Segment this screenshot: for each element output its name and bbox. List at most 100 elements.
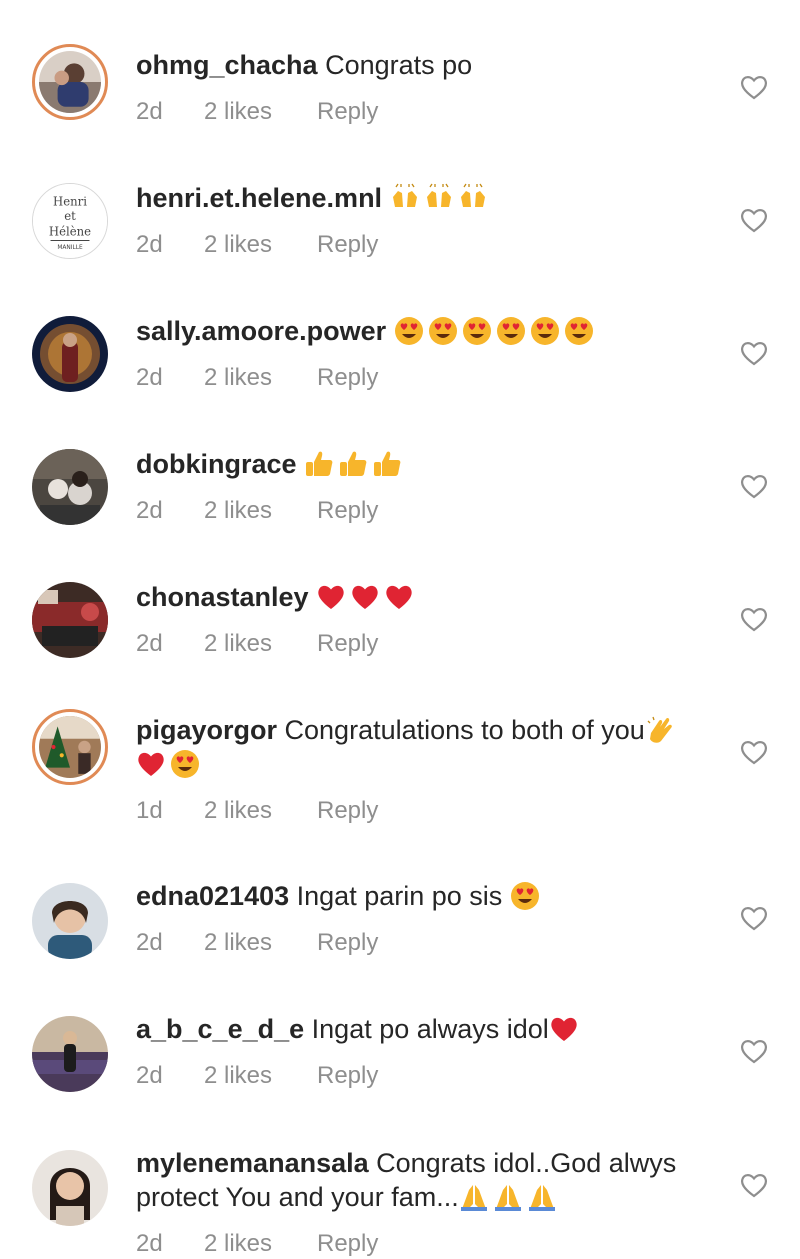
folded-hands-emoji — [527, 1182, 557, 1212]
comment-text: sally.amoore.power — [136, 314, 710, 348]
red-heart-emoji — [549, 1014, 579, 1044]
raising-hands-emoji — [458, 183, 488, 213]
timestamp: 2d — [136, 497, 163, 524]
red-heart-emoji — [350, 582, 380, 612]
reply-button[interactable]: Reply — [317, 231, 378, 259]
heart-eyes-emoji — [462, 316, 492, 346]
reply-button[interactable]: Reply — [317, 1230, 378, 1258]
heart-eyes-emoji — [530, 316, 560, 346]
timestamp: 2d — [136, 1062, 163, 1089]
timestamp: 1d — [136, 797, 163, 824]
avatar[interactable] — [32, 1016, 108, 1092]
likes-count[interactable]: 2 likes — [204, 231, 317, 259]
avatar[interactable] — [32, 316, 108, 392]
timestamp: 2d — [136, 98, 163, 125]
timestamp: 2d — [136, 630, 163, 657]
reply-button[interactable]: Reply — [317, 797, 378, 825]
avatar-logo-text: Henri — [53, 194, 87, 208]
comment-text: a_b_c_e_d_e Ingat po always idol — [136, 1012, 710, 1046]
likes-count[interactable]: 2 likes — [204, 929, 317, 957]
avatar[interactable]: Henri et Hélène MANILLE — [32, 183, 108, 259]
avatar-logo-text: MANILLE — [57, 245, 83, 251]
reply-button[interactable]: Reply — [317, 497, 378, 525]
reply-button[interactable]: Reply — [317, 1062, 378, 1090]
raising-hands-emoji — [390, 183, 420, 213]
comment-body: Congratulations to both of you — [284, 715, 645, 745]
reply-button[interactable]: Reply — [317, 98, 378, 126]
username[interactable]: pigayorgor — [136, 715, 277, 745]
comment-meta: 1d 2 likes Reply — [136, 797, 378, 825]
likes-count[interactable]: 2 likes — [204, 630, 317, 658]
comment-meta: 2d 2 likes Reply — [136, 497, 378, 525]
username[interactable]: sally.amoore.power — [136, 316, 386, 346]
like-heart-icon[interactable] — [740, 207, 768, 233]
likes-count[interactable]: 2 likes — [204, 364, 317, 392]
avatar[interactable] — [32, 449, 108, 525]
comment-body: Ingat po always idol — [311, 1014, 549, 1044]
comment-text: chonastanley — [136, 580, 710, 614]
heart-eyes-emoji — [428, 316, 458, 346]
avatar[interactable] — [32, 582, 108, 658]
heart-eyes-emoji — [496, 316, 526, 346]
avatar[interactable] — [32, 709, 108, 785]
comment-text: ohmg_chacha Congrats po — [136, 48, 710, 82]
like-heart-icon[interactable] — [740, 1172, 768, 1198]
timestamp: 2d — [136, 929, 163, 956]
red-heart-emoji — [316, 582, 346, 612]
likes-count[interactable]: 2 likes — [204, 497, 317, 525]
comment-body: Congrats po — [325, 50, 473, 80]
comment-meta: 2d 2 likes Reply — [136, 1062, 378, 1090]
folded-hands-emoji — [459, 1182, 489, 1212]
comment-body: Ingat parin po sis — [296, 881, 503, 911]
comment-meta: 2d 2 likes Reply — [136, 98, 378, 126]
username[interactable]: dobkingrace — [136, 449, 297, 479]
thumbs-up-emoji — [304, 449, 334, 479]
like-heart-icon[interactable] — [740, 1038, 768, 1064]
likes-count[interactable]: 2 likes — [204, 1230, 317, 1258]
like-heart-icon[interactable] — [740, 340, 768, 366]
comment-text: henri.et.helene.mnl — [136, 181, 710, 215]
comment-meta: 2d 2 likes Reply — [136, 364, 378, 392]
comment-meta: 2d 2 likes Reply — [136, 1230, 378, 1258]
avatar[interactable] — [32, 44, 108, 120]
comment-meta: 2d 2 likes Reply — [136, 630, 378, 658]
comment-meta: 2d 2 likes Reply — [136, 231, 378, 259]
like-heart-icon[interactable] — [740, 905, 768, 931]
likes-count[interactable]: 2 likes — [204, 1062, 317, 1090]
clapping-hands-emoji — [645, 715, 675, 745]
avatar[interactable] — [32, 883, 108, 959]
timestamp: 2d — [136, 364, 163, 391]
username[interactable]: mylenemanansala — [136, 1148, 369, 1178]
likes-count[interactable]: 2 likes — [204, 797, 317, 825]
reply-button[interactable]: Reply — [317, 630, 378, 658]
comment-text: mylenemanansala Congrats idol..God alwys… — [136, 1146, 710, 1214]
thumbs-up-emoji — [338, 449, 368, 479]
heart-eyes-emoji — [564, 316, 594, 346]
username[interactable]: chonastanley — [136, 582, 309, 612]
timestamp: 2d — [136, 1230, 163, 1257]
like-heart-icon[interactable] — [740, 473, 768, 499]
thumbs-up-emoji — [372, 449, 402, 479]
heart-eyes-emoji — [394, 316, 424, 346]
username[interactable]: ohmg_chacha — [136, 50, 318, 80]
like-heart-icon[interactable] — [740, 739, 768, 765]
comment-meta: 2d 2 likes Reply — [136, 929, 378, 957]
username[interactable]: a_b_c_e_d_e — [136, 1014, 304, 1044]
folded-hands-emoji — [493, 1182, 523, 1212]
username[interactable]: edna021403 — [136, 881, 289, 911]
red-heart-emoji — [136, 749, 166, 779]
timestamp: 2d — [136, 231, 163, 258]
heart-eyes-emoji — [170, 749, 200, 779]
reply-button[interactable]: Reply — [317, 364, 378, 392]
heart-eyes-emoji — [510, 881, 540, 911]
likes-count[interactable]: 2 likes — [204, 98, 317, 126]
avatar-logo-text: et — [64, 209, 76, 223]
like-heart-icon[interactable] — [740, 606, 768, 632]
reply-button[interactable]: Reply — [317, 929, 378, 957]
comment-text: dobkingrace — [136, 447, 710, 481]
avatar[interactable] — [32, 1150, 108, 1226]
like-heart-icon[interactable] — [740, 74, 768, 100]
comment-text: pigayorgor Congratulations to both of yo… — [136, 713, 710, 781]
comment-text: edna021403 Ingat parin po sis — [136, 879, 710, 913]
username[interactable]: henri.et.helene.mnl — [136, 183, 382, 213]
